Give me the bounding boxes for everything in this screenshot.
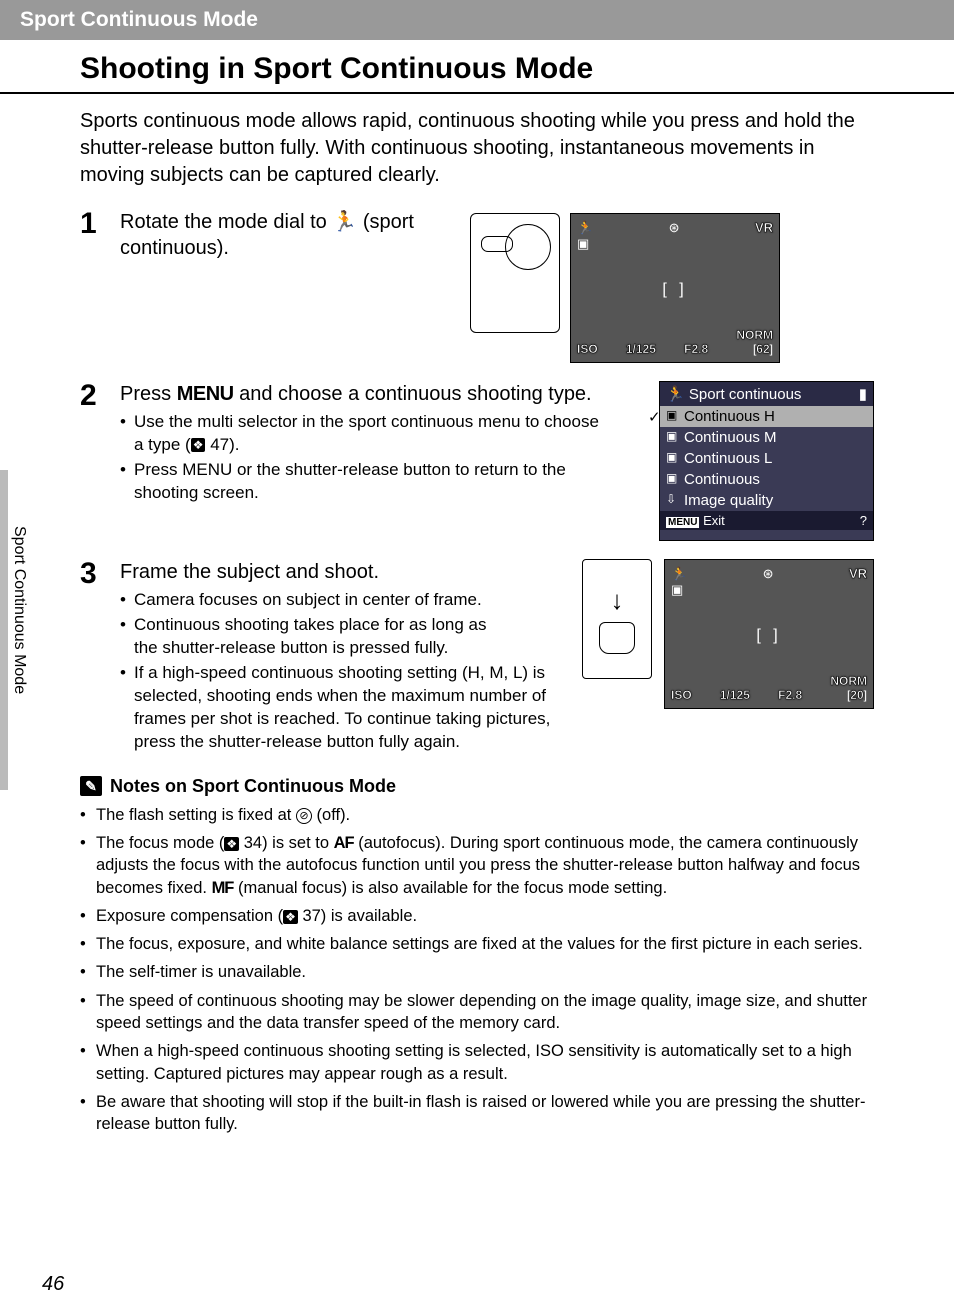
finger-icon	[599, 622, 635, 654]
lcd-preview-step1: 🏃▣ ⊛ VR [ ] ISO 1/125 F2.8 NORM [62]	[570, 213, 780, 363]
note-3: Exposure compensation ( 37) is available…	[80, 905, 874, 927]
intro-paragraph: Sports continuous mode allows rapid, con…	[0, 108, 954, 189]
menu-button-label: MENU	[182, 460, 232, 479]
help-icon: ?	[860, 513, 867, 528]
note-1: The flash setting is fixed at ⊘ (off).	[80, 804, 874, 826]
step-2: 2 🏃 Sport continuous ▮ ✓Continuous H Con…	[80, 381, 874, 541]
vr-indicator: VR	[755, 220, 773, 235]
menu-button-label: MENU	[177, 383, 234, 405]
sport-mode-icon: 🏃▣	[671, 566, 687, 598]
vr-indicator: VR	[849, 566, 867, 581]
flash-off-icon: ⊘	[296, 808, 312, 824]
shutter-speed: 1/125	[626, 342, 656, 356]
flash-off-icon: ⊛	[763, 566, 774, 582]
step-1-number: 1	[80, 209, 120, 363]
step-2-text: Press MENU and choose a continuous shoot…	[120, 381, 610, 407]
menu-item-continuous-l: Continuous L	[660, 448, 873, 469]
step-1-text-a: Rotate the mode dial to	[120, 211, 332, 233]
note-7: When a high-speed continuous shooting se…	[80, 1040, 874, 1085]
manual-focus-icon: MF	[212, 879, 234, 897]
page-number: 46	[42, 1273, 64, 1296]
flash-off-icon: ⊛	[669, 220, 680, 236]
menu-item-continuous-h: ✓Continuous H	[660, 406, 873, 427]
sport-mode-icon: 🏃	[666, 386, 685, 403]
step-2-number: 2	[80, 381, 120, 541]
step-3-bullet-1: Camera focuses on subject in center of f…	[120, 589, 500, 612]
menu-label-box: MENU	[666, 517, 699, 528]
note-2: The focus mode ( 34) is set to AF (autof…	[80, 832, 874, 899]
note-4: The focus, exposure, and white balance s…	[80, 933, 874, 955]
focus-brackets: [ ]	[671, 627, 867, 645]
page-title: Shooting in Sport Continuous Mode	[0, 40, 954, 94]
note-6: The speed of continuous shooting may be …	[80, 990, 874, 1035]
sport-continuous-icon: 🏃	[332, 211, 357, 233]
side-tab-label: Sport Continuous Mode	[6, 520, 32, 700]
down-arrow-icon: ↓	[611, 585, 624, 616]
note-5: The self-timer is unavailable.	[80, 961, 874, 983]
menu-exit-label: Exit	[703, 513, 725, 528]
sport-mode-icon: 🏃▣	[577, 220, 593, 252]
note-8: Be aware that shooting will stop if the …	[80, 1091, 874, 1136]
notes-section: ✎ Notes on Sport Continuous Mode The fla…	[0, 774, 954, 1136]
page-ref-icon	[191, 438, 206, 452]
page-ref-icon	[283, 910, 298, 924]
aperture-value: F2.8	[684, 342, 708, 356]
norm-indicator: NORM	[736, 328, 773, 342]
step-1-text: Rotate the mode dial to 🏃 (sport continu…	[120, 209, 460, 359]
menu-item-continuous: Continuous	[660, 469, 873, 490]
section-header: Sport Continuous Mode	[0, 0, 954, 40]
mode-dial-diagram	[470, 213, 560, 333]
step-3-bullet-3: If a high-speed continuous shooting sett…	[120, 662, 874, 754]
step-2-bullet-1: Use the multi selector in the sport cont…	[120, 411, 610, 457]
pencil-icon: ✎	[80, 776, 102, 796]
step-3-number: 3	[80, 559, 120, 756]
menu-title: Sport continuous	[689, 386, 802, 403]
sport-continuous-menu: 🏃 Sport continuous ▮ ✓Continuous H Conti…	[659, 381, 874, 541]
iso-indicator: ISO	[577, 342, 598, 356]
step-1: 1 Rotate the mode dial to 🏃 (sport conti…	[80, 209, 874, 363]
menu-item-image-quality: Image quality	[660, 490, 873, 511]
frames-remaining: 62	[756, 342, 769, 356]
focus-brackets: [ ]	[577, 281, 773, 299]
menu-item-continuous-m: Continuous M	[660, 427, 873, 448]
step-3-bullet-2: Continuous shooting takes place for as l…	[120, 614, 500, 660]
autofocus-icon: AF	[334, 834, 354, 852]
step-2-bullet-2: Press MENU or the shutter-release button…	[120, 459, 610, 505]
page-ref-icon	[224, 837, 239, 851]
step-3: 3 ↓ 🏃▣ ⊛ VR [ ] ISO 1/125	[80, 559, 874, 756]
battery-icon: ▮	[859, 385, 867, 403]
notes-title: Notes on Sport Continuous Mode	[110, 774, 396, 798]
